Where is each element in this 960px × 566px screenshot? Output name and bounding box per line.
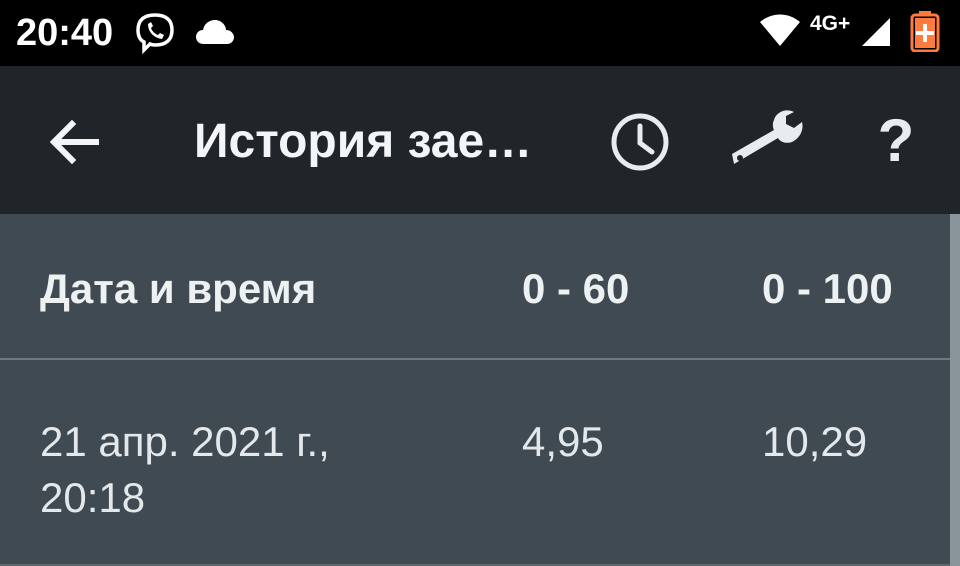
cloud-icon bbox=[194, 18, 236, 51]
table-row[interactable]: 21 апр. 2021 г., 20:18 4,95 10,29 bbox=[0, 360, 950, 566]
cell-0-100: 10,29 bbox=[762, 418, 868, 465]
column-header-0-100: 0 - 100 bbox=[762, 265, 893, 312]
status-bar: 20:40 4G+ bbox=[0, 0, 960, 66]
network-type: 4G+ bbox=[810, 12, 851, 35]
column-header-0-60: 0 - 60 bbox=[522, 265, 630, 312]
status-time: 20:40 bbox=[16, 12, 114, 54]
app-bar: История зае… ? bbox=[0, 66, 960, 214]
wifi-icon bbox=[758, 14, 802, 53]
scrollbar[interactable] bbox=[950, 214, 960, 566]
viber-icon bbox=[134, 12, 176, 59]
back-arrow-icon[interactable] bbox=[44, 110, 108, 174]
cell-0-60: 4,95 bbox=[522, 418, 604, 465]
wrench-icon[interactable] bbox=[728, 108, 812, 177]
battery-charging-icon bbox=[910, 10, 940, 57]
help-icon[interactable]: ? bbox=[864, 106, 928, 176]
column-header-datetime: Дата и время bbox=[40, 265, 317, 312]
cell-datetime: 21 апр. 2021 г., 20:18 bbox=[40, 418, 330, 521]
history-table: Дата и время 0 - 60 0 - 100 21 апр. 2021… bbox=[0, 214, 960, 566]
clock-icon[interactable] bbox=[608, 110, 672, 179]
signal-icon bbox=[860, 16, 892, 53]
help-glyph: ? bbox=[877, 107, 915, 174]
page-title: История зае… bbox=[194, 115, 533, 168]
table-header: Дата и время 0 - 60 0 - 100 bbox=[0, 214, 950, 360]
